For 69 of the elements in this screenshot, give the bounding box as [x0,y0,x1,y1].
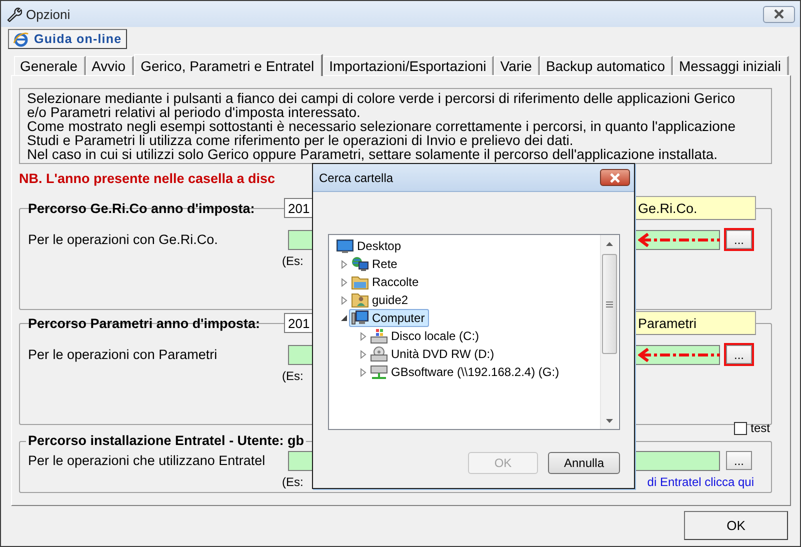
grip-icon[interactable] [606,300,613,308]
close-button[interactable] [600,169,630,186]
scroll-down-icon[interactable] [606,418,613,422]
tree-item[interactable]: Raccolte [349,273,423,291]
example-text: (Es: [282,369,304,383]
user-folder-icon [351,292,369,308]
tree-item[interactable]: GBsoftware (\\192.168.2.4) (G:) [368,363,564,381]
close-button[interactable] [763,6,795,22]
browser-icon [13,31,29,47]
field-label: Per le operazioni che utilizzano Entratel [28,453,266,468]
group-title: Percorso installazione Entratel - Utente: gb [26,433,306,448]
tree-item[interactable]: Desktop [334,237,406,255]
field-label: Per le operazioni con Parametri [28,347,218,362]
close-icon [608,172,622,182]
app-label: Ge.Ri.Co. [635,196,756,220]
expand-arrow-icon[interactable] [339,259,349,269]
computer-icon [351,310,369,326]
expand-arrow-icon[interactable] [339,277,349,287]
tree-item[interactable]: Disco locale (C:) [368,327,484,345]
info-text: Studi e Parametri li utilizza come riferimento per le operazioni di Invio e prelievo dei dati. [27,133,574,147]
folder-icon [351,274,369,290]
disc-drive-icon [370,346,388,362]
tab[interactable]: Generale [14,56,86,75]
example-text: (Es: [282,254,304,268]
help-link[interactable]: di Entratel clicca qui [647,475,754,489]
close-icon [772,9,786,19]
note-text: NB. L'anno presente nelle casella a disc [19,171,276,187]
network-icon [351,256,369,272]
ok-button[interactable]: OK [684,511,788,540]
expand-arrow-icon[interactable] [358,331,368,341]
expand-arrow-icon[interactable] [339,295,349,305]
info-text: e/o Parametri relativi al periodo d'imposta interessato. [27,105,362,119]
checkbox-label[interactable]: test [750,421,770,435]
group-title: Percorso Ge.Ri.Co anno d'imposta: [27,200,256,216]
tree-item[interactable]: Computer [349,309,429,327]
browse-button[interactable]: ... [726,230,752,249]
tab[interactable]: Varie [494,56,540,75]
expand-arrow-icon[interactable] [358,367,368,377]
info-text: Selezionare mediante i pulsanti a fianco dei campi di colore verde i percorsi di riferimento delle applicazioni Gerico [27,91,736,105]
browse-button[interactable]: ... [726,345,752,364]
checkbox[interactable] [734,422,747,434]
help-button[interactable]: Guida on-line [8,29,127,49]
example-text: (Es: [282,475,304,489]
network-drive-icon [370,364,388,380]
tree-item[interactable]: guide2 [349,291,412,309]
group-title: Percorso Parametri anno d'imposta: [27,316,262,330]
wrench-icon [6,6,22,22]
tab[interactable]: Backup automatico [540,56,674,75]
tab[interactable]: Avvio [86,56,134,75]
tree-item[interactable]: Unità DVD RW (D:) [368,345,498,363]
dialog-title: Cerca cartella [319,170,394,184]
window-title: Opzioni [26,6,72,22]
folder-tree[interactable]: Desktop Rete Raccolte guide2 Computer Disco locale (C:) Unità DVD RW (D:) GBsoftware (\\192.168.2.4) (G:) [328,234,620,430]
tab[interactable]: Gerico, Parametri e Entratel [134,54,324,76]
collapse-arrow-icon[interactable] [339,313,349,323]
monitor-icon [336,238,354,254]
cancel-button[interactable]: Annulla [548,452,620,474]
expand-arrow-icon[interactable] [358,349,368,359]
field-label: Per le operazioni con Ge.Ri.Co. [28,232,219,247]
info-text: Nel caso in cui si utilizzi solo Gerico oppure Parametri, settare solamente il percorso dell'applicazione installata. [27,147,719,161]
drive-icon [370,328,388,344]
scroll-up-icon[interactable] [606,242,613,246]
app-label: Parametri [635,311,756,335]
info-text: Come mostrato negli esempi sottostanti è necessario selezionare correttamente i percorsi, in quanto l'applicazione [27,119,736,133]
tree-item[interactable]: Rete [349,255,402,273]
scrollbar[interactable] [600,235,618,429]
tab[interactable]: Importazioni/Esportazioni [323,56,494,75]
browse-button[interactable]: ... [726,451,752,470]
tab[interactable]: Messaggi iniziali [673,56,789,75]
